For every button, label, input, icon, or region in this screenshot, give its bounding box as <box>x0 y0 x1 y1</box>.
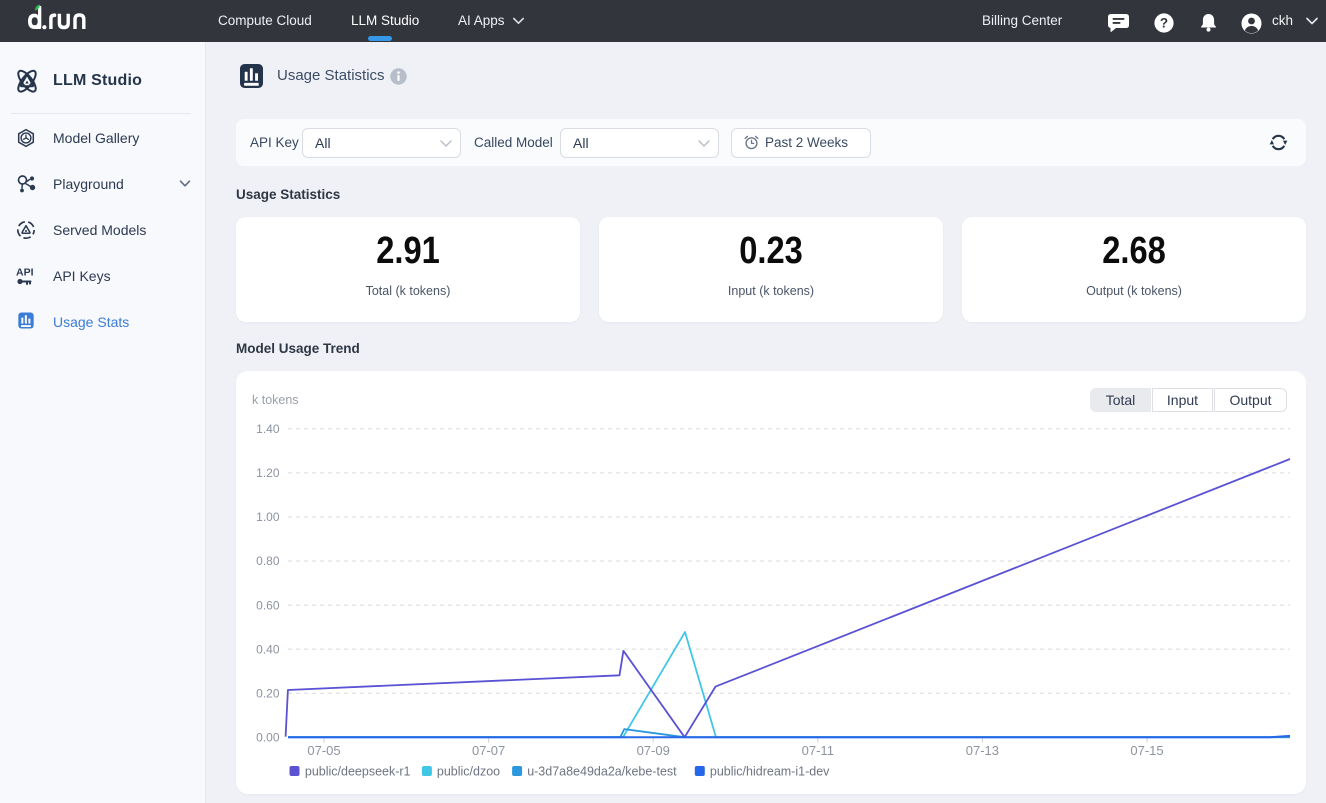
svg-text:1.40: 1.40 <box>256 422 280 436</box>
svg-text:API: API <box>16 267 34 279</box>
svg-text:0.20: 0.20 <box>256 686 280 700</box>
svg-text:07-13: 07-13 <box>966 743 999 758</box>
svg-text:public/hidream-i1-dev: public/hidream-i1-dev <box>710 765 830 779</box>
svg-text:07-05: 07-05 <box>307 743 340 758</box>
svg-text:1.20: 1.20 <box>256 466 280 480</box>
svg-text:07-09: 07-09 <box>637 743 670 758</box>
svg-text:public/deepseek-r1: public/deepseek-r1 <box>305 765 411 779</box>
svg-text:0.80: 0.80 <box>256 554 280 568</box>
svg-text:07-11: 07-11 <box>802 743 834 758</box>
svg-text:0.00: 0.00 <box>256 730 280 744</box>
svg-text:0.60: 0.60 <box>256 598 280 612</box>
svg-text:07-15: 07-15 <box>1130 743 1163 758</box>
svg-text:0.40: 0.40 <box>256 642 280 656</box>
svg-text:1.00: 1.00 <box>256 510 280 524</box>
svg-text:?: ? <box>1160 16 1168 31</box>
svg-text:07-07: 07-07 <box>472 743 505 758</box>
svg-text:u-3d7a8e49da2a/kebe-test: u-3d7a8e49da2a/kebe-test <box>527 765 677 779</box>
svg-text:public/dzoo: public/dzoo <box>437 765 500 779</box>
